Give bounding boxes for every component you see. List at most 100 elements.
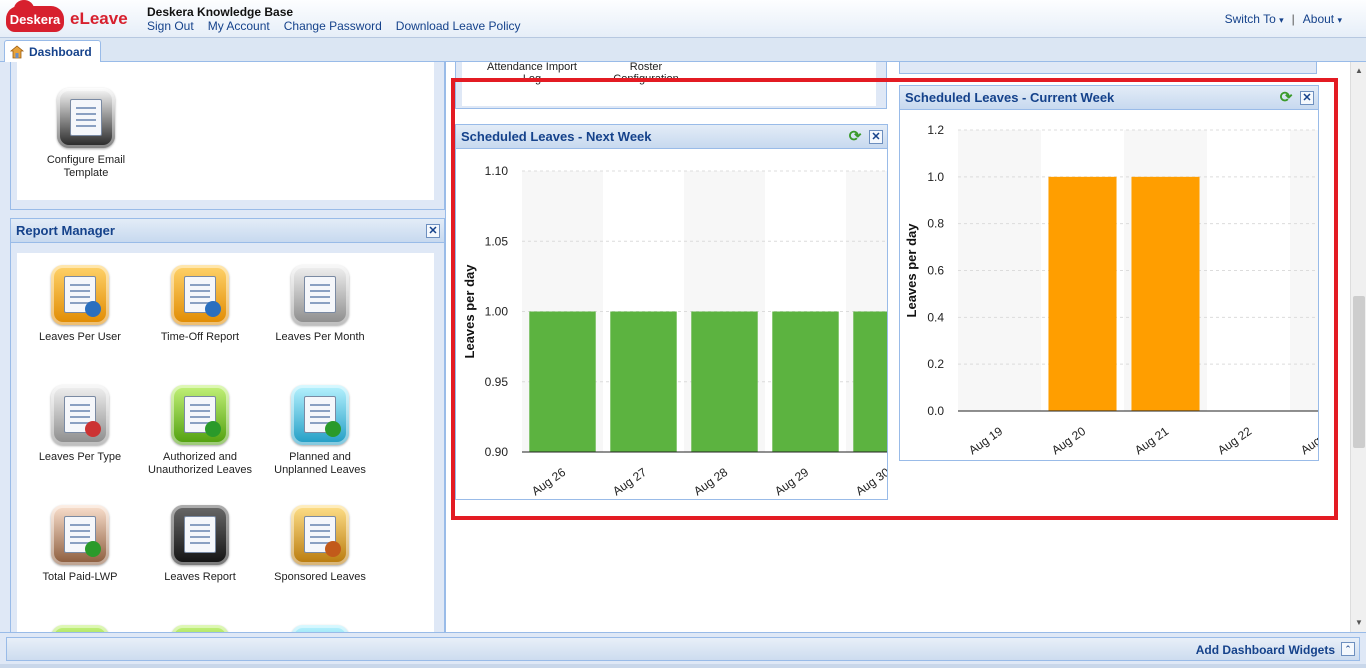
y-tick-label: 0.8 xyxy=(927,217,944,231)
report-item-label: Sponsored Leaves xyxy=(274,571,366,583)
report-item[interactable]: Leaves Per Month xyxy=(265,265,375,344)
x-tick-label: Aug 22 xyxy=(1215,424,1254,457)
bar[interactable] xyxy=(1048,176,1117,411)
report-manager-body: Leaves Per User Time-Off Report Leaves Per… xyxy=(17,253,434,632)
left-column: Configure Email Template Report Manager … xyxy=(0,62,446,632)
tab-dashboard[interactable]: Dashboard xyxy=(4,40,101,62)
y-axis-label: Leaves per day xyxy=(904,223,919,318)
bar[interactable] xyxy=(529,311,596,453)
add-dashboard-widgets-button[interactable]: Add Dashboard Widgets xyxy=(1196,643,1335,657)
upper-right-panel-edge xyxy=(899,62,1317,74)
y-axis-label: Leaves per day xyxy=(462,264,477,359)
next-week-header: Scheduled Leaves - Next Week xyxy=(456,125,887,149)
expand-up-icon[interactable]: ⌃ xyxy=(1341,642,1355,656)
scroll-up-icon[interactable]: ▲ xyxy=(1351,64,1366,78)
report-item[interactable]: Leaves Per Type xyxy=(25,385,135,464)
refresh-icon[interactable]: ⟳ xyxy=(1278,90,1294,105)
scrollbar-thumb[interactable] xyxy=(1353,296,1365,448)
y-tick-label: 0.4 xyxy=(927,310,944,324)
x-tick-label: Aug 29 xyxy=(772,465,811,498)
bar[interactable] xyxy=(691,311,758,453)
report-item-partial-icon[interactable] xyxy=(171,625,229,632)
report-item-partial-icon[interactable] xyxy=(291,625,349,632)
configure-email-template-item[interactable]: Configure Email Template xyxy=(31,88,141,180)
x-tick-label: Aug 21 xyxy=(1132,424,1171,457)
next-week-title: Scheduled Leaves - Next Week xyxy=(461,129,652,144)
user-report-icon xyxy=(51,265,109,325)
check-cross-icon xyxy=(171,385,229,445)
bar[interactable] xyxy=(853,311,887,453)
vertical-scrollbar[interactable]: ▲ ▼ xyxy=(1350,62,1366,632)
right-column: Attendance Import Log Roster Configurati… xyxy=(447,62,1350,632)
switch-to-menu[interactable]: Switch To ▾ xyxy=(1225,12,1284,26)
report-manager-title: Report Manager xyxy=(16,223,115,238)
change-password-link[interactable]: Change Password xyxy=(284,19,382,33)
bar[interactable] xyxy=(610,311,677,453)
deskera-logo[interactable]: Deskera eLeave xyxy=(6,0,128,32)
scroll-down-icon[interactable]: ▼ xyxy=(1351,616,1366,630)
current-week-panel: Scheduled Leaves - Current Week ⟳ ✕ 0.0 0… xyxy=(899,85,1319,461)
configure-email-template-label: Configure Email Template xyxy=(46,154,126,179)
x-tick-label: Aug 20 xyxy=(1049,424,1088,457)
report-badge-glyph xyxy=(325,421,341,437)
account-links: Sign Out My Account Change Password Down… xyxy=(147,19,521,33)
report-item-label: Total Paid-LWP xyxy=(42,571,118,583)
report-badge-glyph xyxy=(205,301,221,317)
about-label: About xyxy=(1302,12,1335,26)
roster-configuration-item[interactable]: Roster Configuration xyxy=(596,62,696,85)
y-tick-label: 1.0 xyxy=(927,170,944,184)
report-badge-glyph xyxy=(85,301,101,317)
report-item[interactable]: Planned and Unplanned Leaves xyxy=(265,385,375,477)
report-item-label: Leaves Per User xyxy=(39,331,121,343)
report-manager-panel: Report Manager ✕ Leaves Per User Time-Off… xyxy=(10,218,445,632)
y-tick-label: 1.10 xyxy=(485,164,509,178)
report-item-label: Leaves Per Month xyxy=(275,331,365,343)
attendance-import-log-item[interactable]: Attendance Import Log xyxy=(482,62,582,85)
x-tick-label: Aug 23 xyxy=(1298,424,1318,457)
report-item[interactable]: Time-Off Report xyxy=(145,265,255,344)
bar[interactable] xyxy=(772,311,839,453)
report-badge-glyph xyxy=(85,421,101,437)
my-account-link[interactable]: My Account xyxy=(208,19,270,33)
report-item[interactable]: Leaves Report xyxy=(145,505,255,584)
dashboard-icon xyxy=(9,44,25,58)
download-leave-policy-link[interactable]: Download Leave Policy xyxy=(396,19,521,33)
sponsored-icon xyxy=(291,505,349,565)
shortcuts-panel-body: Attendance Import Log Roster Configurati… xyxy=(462,62,876,106)
x-tick-label: Aug 30 xyxy=(853,465,887,498)
refresh-icon[interactable]: ⟳ xyxy=(847,129,863,144)
top-right-menu: Switch To ▾ | About ▾ xyxy=(1225,12,1342,26)
report-manager-header: Report Manager xyxy=(11,219,444,243)
tab-dashboard-label: Dashboard xyxy=(29,44,92,59)
deskera-logo-cloud: Deskera xyxy=(6,0,64,32)
chevron-down-icon: ▾ xyxy=(1337,15,1342,25)
report-item[interactable]: Total Paid-LWP xyxy=(25,505,135,584)
close-icon[interactable]: ✕ xyxy=(869,130,883,144)
report-item[interactable]: Sponsored Leaves xyxy=(265,505,375,584)
y-tick-label: 1.2 xyxy=(927,123,944,137)
bottom-bar: Add Dashboard Widgets ⌃ xyxy=(0,632,1366,664)
y-tick-label: 1.05 xyxy=(485,234,509,248)
report-item-partial-icon[interactable] xyxy=(51,625,109,632)
report-item[interactable]: Leaves Per User xyxy=(25,265,135,344)
logo-brand-text: Deskera xyxy=(9,11,61,27)
next-week-panel: Scheduled Leaves - Next Week ⟳ ✕ 0.90 0.9… xyxy=(455,124,888,500)
about-menu[interactable]: About ▾ xyxy=(1303,12,1342,26)
y-tick-label: 0.6 xyxy=(927,264,944,278)
close-icon[interactable]: ✕ xyxy=(1300,91,1314,105)
next-week-chart: 0.90 0.95 1.00 1.05 1.10 Aug 26 Aug 27 Aug 28 Au… xyxy=(462,164,887,498)
close-icon[interactable]: ✕ xyxy=(426,224,440,238)
clock-check-icon xyxy=(291,385,349,445)
tab-strip: Dashboard xyxy=(0,38,1366,62)
current-week-title: Scheduled Leaves - Current Week xyxy=(905,90,1115,105)
report-item[interactable]: Authorized and Unauthorized Leaves xyxy=(145,385,255,477)
report-item-label: Planned and Unplanned Leaves xyxy=(274,451,366,476)
bar[interactable] xyxy=(1131,176,1200,411)
paid-lwp-icon xyxy=(51,505,109,565)
x-tick-label: Aug 19 xyxy=(966,424,1005,457)
email-template-icon xyxy=(57,88,115,148)
report-doc-glyph xyxy=(184,516,216,553)
x-tick-label: Aug 26 xyxy=(529,465,568,498)
report-badge-glyph xyxy=(325,541,341,557)
sign-out-link[interactable]: Sign Out xyxy=(147,19,194,33)
